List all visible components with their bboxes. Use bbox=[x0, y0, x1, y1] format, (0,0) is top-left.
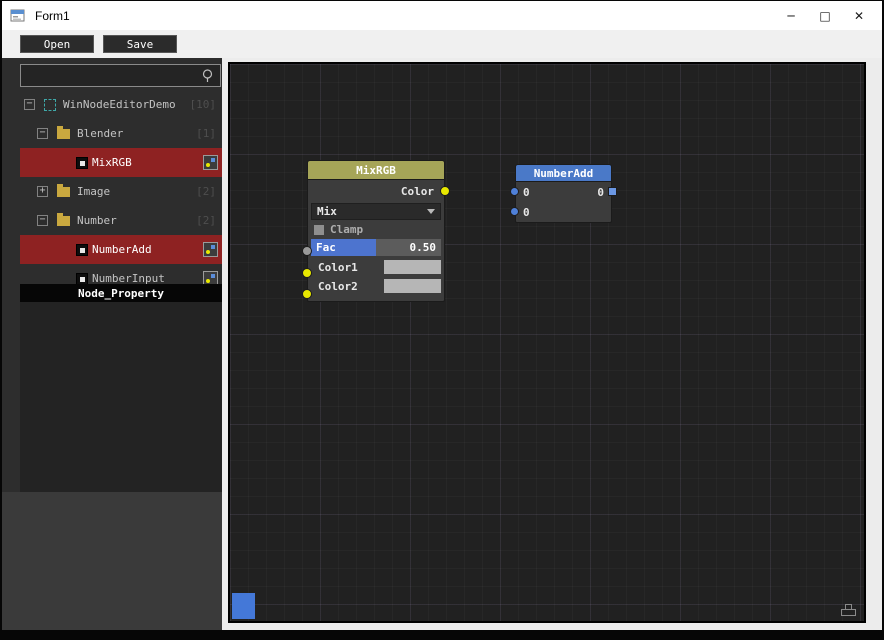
node-mixrgb[interactable]: MixRGB Color Mix Clamp Fac 0.50 Color1 C… bbox=[302, 160, 450, 302]
tree-item-mixrgb[interactable]: MixRGB bbox=[20, 148, 222, 177]
open-button[interactable]: Open bbox=[20, 35, 94, 53]
clamp-row[interactable]: Clamp bbox=[311, 222, 441, 237]
node-property-panel bbox=[20, 302, 222, 492]
color1-label: Color1 bbox=[318, 260, 358, 274]
socket-number1-input[interactable] bbox=[510, 187, 519, 196]
expand-toggle-icon[interactable]: + bbox=[37, 186, 48, 197]
tree-item-image[interactable]: + Image [2] bbox=[20, 177, 222, 206]
color2-label: Color2 bbox=[318, 279, 358, 293]
fac-slider-fill: Fac bbox=[311, 239, 376, 256]
folder-icon bbox=[57, 125, 70, 139]
fac-slider[interactable]: Fac 0.50 bbox=[311, 239, 441, 256]
search-input[interactable] bbox=[21, 69, 201, 82]
close-button[interactable]: ✕ bbox=[842, 1, 876, 30]
output-value: 0 bbox=[597, 185, 604, 199]
minimize-button[interactable]: ─ bbox=[774, 1, 808, 30]
node-property-header: Node_Property bbox=[20, 284, 222, 302]
socket-fac-input[interactable] bbox=[302, 246, 312, 256]
node-icon bbox=[76, 243, 88, 256]
fac-slider-track: 0.50 bbox=[376, 239, 441, 256]
color2-swatch[interactable] bbox=[384, 279, 441, 293]
node-numberadd[interactable]: NumberAdd 0 0 0 bbox=[510, 164, 617, 223]
node-icon bbox=[76, 156, 88, 169]
clamp-checkbox[interactable] bbox=[314, 224, 324, 235]
color1-swatch[interactable] bbox=[384, 260, 441, 274]
blend-mode-dropdown[interactable]: Mix bbox=[311, 203, 441, 220]
output-label: Color bbox=[400, 185, 434, 198]
tree-item-count: [10] bbox=[189, 98, 217, 111]
node-numberadd-header[interactable]: NumberAdd bbox=[515, 164, 612, 182]
node-preview-icon bbox=[203, 242, 218, 257]
node-preview-icon bbox=[203, 271, 218, 284]
collapse-toggle-icon[interactable]: − bbox=[24, 99, 35, 110]
collapse-toggle-icon[interactable]: − bbox=[37, 128, 48, 139]
folder-icon bbox=[57, 183, 70, 197]
fac-value: 0.50 bbox=[409, 241, 437, 254]
tree-item-winnodeeditordemo[interactable]: − WinNodeEditorDemo [10] bbox=[20, 90, 222, 119]
tree-item-count: [2] bbox=[196, 214, 216, 227]
tree-item-number[interactable]: − Number [2] bbox=[20, 206, 222, 235]
color1-row: Color1 bbox=[311, 259, 441, 275]
horizontal-scrollbar-thumb[interactable] bbox=[232, 593, 255, 619]
tree-item-label: NumberInput bbox=[92, 272, 165, 284]
window-title: Form1 bbox=[35, 8, 70, 23]
save-button[interactable]: Save bbox=[103, 35, 177, 53]
resize-grip-icon[interactable] bbox=[841, 604, 856, 616]
numberadd-row2: 0 bbox=[516, 202, 611, 222]
node-editor-canvas[interactable]: MixRGB Color Mix Clamp Fac 0.50 Color1 C… bbox=[228, 62, 866, 623]
toolbar: Open Save bbox=[2, 30, 882, 58]
tree-item-label: Blender bbox=[77, 127, 124, 140]
color2-row: Color2 bbox=[311, 278, 441, 294]
blend-mode-value: Mix bbox=[317, 205, 337, 218]
tree-item-count: [1] bbox=[196, 127, 216, 140]
tree-item-count: [2] bbox=[196, 185, 216, 198]
input1-value: 0 bbox=[523, 185, 530, 199]
search-box bbox=[20, 64, 221, 87]
node-numberadd-body: 0 0 0 bbox=[515, 182, 612, 223]
app-window: Form1 ─ □ ✕ Open Save − WinNodeEditorDem… bbox=[2, 1, 882, 630]
maximize-button[interactable]: □ bbox=[808, 1, 842, 30]
tree-item-label: WinNodeEditorDemo bbox=[63, 98, 176, 111]
input2-value: 0 bbox=[523, 205, 530, 219]
socket-number2-input[interactable] bbox=[510, 207, 519, 216]
tree-item-label: Number bbox=[77, 214, 117, 227]
socket-color2-input[interactable] bbox=[302, 289, 312, 299]
node-icon bbox=[76, 272, 88, 284]
fac-label: Fac bbox=[316, 241, 336, 254]
tree-item-label: MixRGB bbox=[92, 156, 132, 169]
titlebar: Form1 ─ □ ✕ bbox=[2, 1, 882, 30]
app-icon bbox=[10, 9, 25, 22]
folder-icon bbox=[57, 212, 70, 226]
collapse-toggle-icon[interactable]: − bbox=[37, 215, 48, 226]
tree-item-numberadd[interactable]: NumberAdd bbox=[20, 235, 222, 264]
tree-item-numberinput[interactable]: NumberInput bbox=[20, 264, 222, 284]
tree-item-blender[interactable]: − Blender [1] bbox=[20, 119, 222, 148]
chevron-down-icon bbox=[427, 209, 435, 214]
search-icon bbox=[202, 68, 213, 82]
socket-result-output[interactable] bbox=[608, 187, 617, 196]
output-row-color: Color bbox=[311, 182, 441, 201]
numberadd-row1: 0 0 bbox=[516, 182, 611, 202]
clamp-label: Clamp bbox=[330, 223, 364, 236]
tree-item-label: NumberAdd bbox=[92, 243, 152, 256]
sidebar-filler bbox=[2, 492, 222, 630]
node-mixrgb-header[interactable]: MixRGB bbox=[307, 160, 445, 180]
project-frame-icon bbox=[44, 98, 56, 111]
socket-color1-input[interactable] bbox=[302, 268, 312, 278]
sidebar: − WinNodeEditorDemo [10] − Blender [1] M… bbox=[2, 58, 222, 630]
node-tree: − WinNodeEditorDemo [10] − Blender [1] M… bbox=[20, 90, 222, 284]
node-mixrgb-body: Color Mix Clamp Fac 0.50 Color1 Color2 bbox=[307, 180, 445, 302]
tree-item-label: Image bbox=[77, 185, 111, 198]
socket-color-output[interactable] bbox=[440, 186, 450, 196]
node-preview-icon bbox=[203, 155, 218, 170]
